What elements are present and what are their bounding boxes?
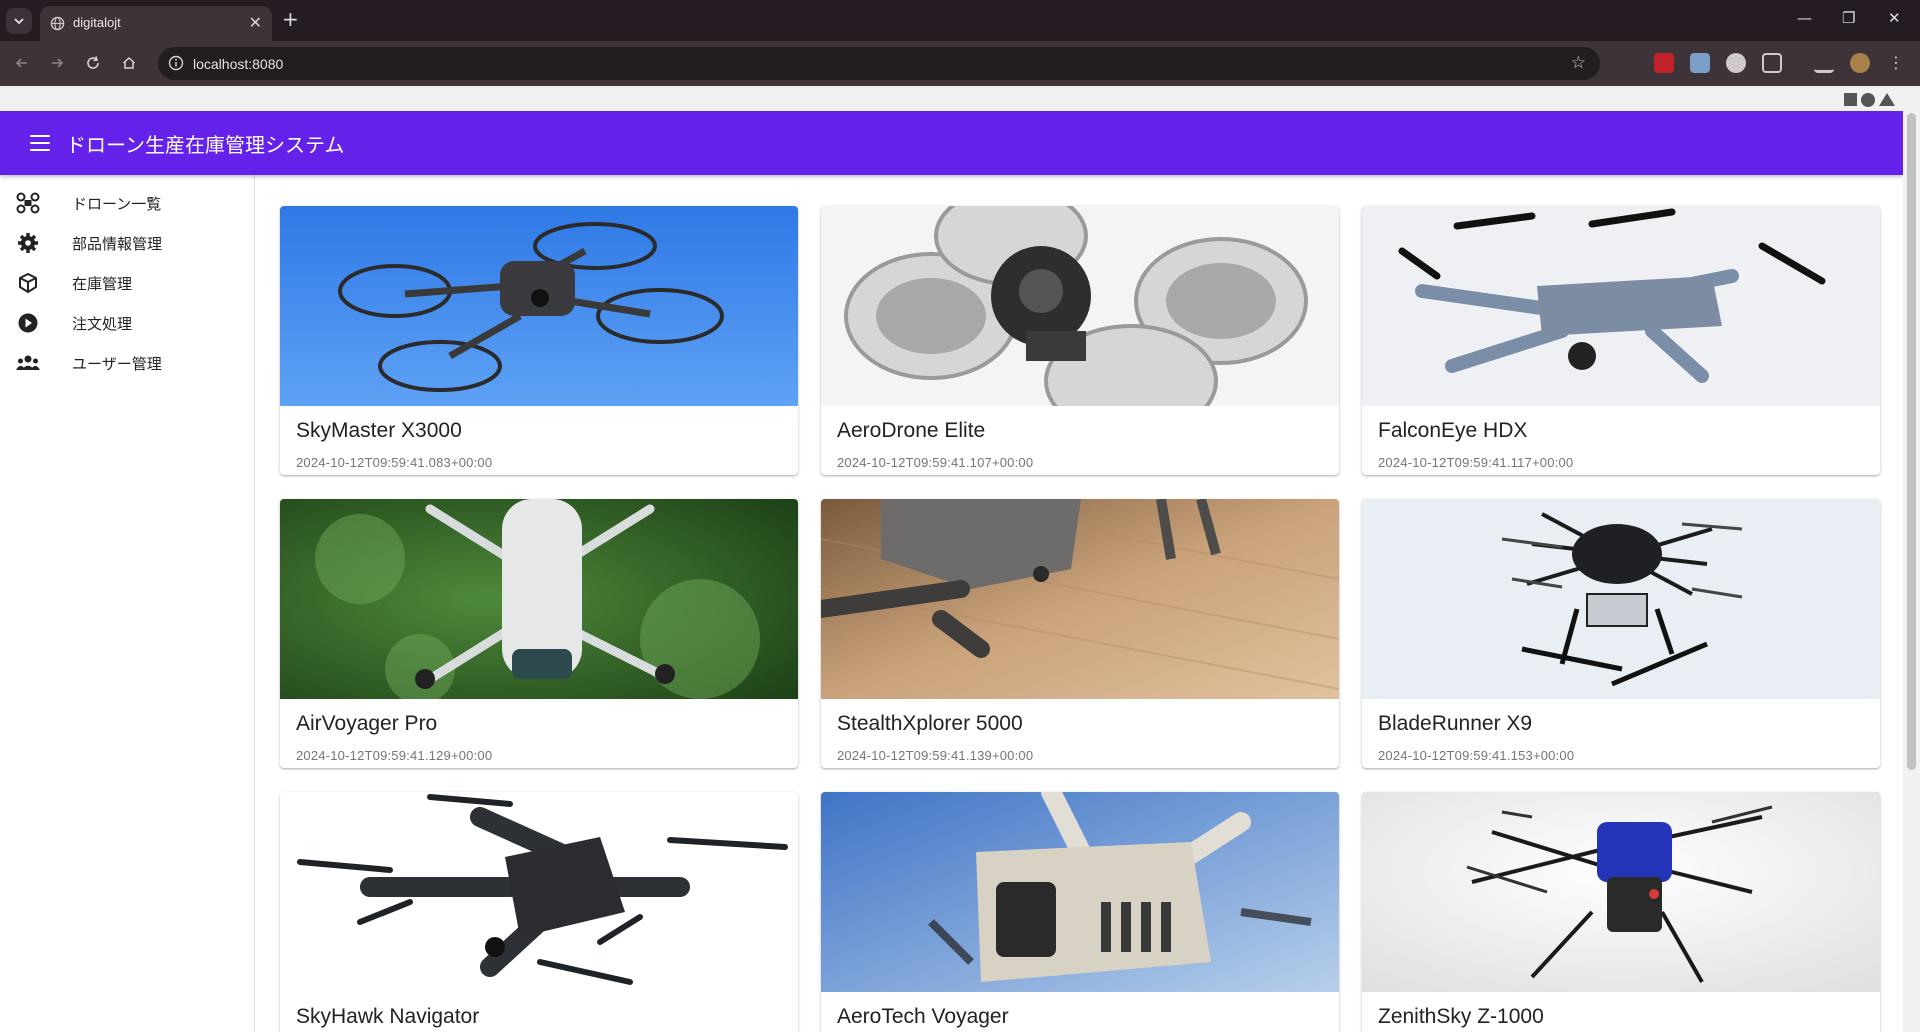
app-bar: ドローン生産在庫管理システム <box>0 111 1903 175</box>
sidebar-item-label: ドローン一覧 <box>72 195 162 213</box>
drone-card[interactable]: ZenithSky Z-1000 <box>1362 792 1880 1032</box>
back-icon[interactable] <box>9 50 35 76</box>
forward-icon[interactable] <box>44 50 70 76</box>
drone-date: 2024-10-12T09:59:41.107+00:00 <box>837 455 1034 470</box>
address-bar[interactable]: localhost:8080 ☆ <box>158 47 1600 80</box>
sidebar-item-users[interactable]: ユーザー管理 <box>0 343 254 383</box>
tab-search-button[interactable] <box>6 8 32 34</box>
page-top-strip <box>0 86 1920 111</box>
sidebar: ドローン一覧 部品情報管理 在庫管理 注文処理 ユーザー管理 <box>0 175 255 1032</box>
drone-image <box>1362 206 1880 406</box>
browser-tabstrip: digitalojt ✕ + — ❐ ✕ <box>0 0 1920 41</box>
extension-icon[interactable] <box>1726 53 1746 73</box>
new-tab-icon[interactable]: + <box>282 7 299 31</box>
tab-title: digitalojt <box>73 15 121 30</box>
drone-name: StealthXplorer 5000 <box>837 712 1023 735</box>
drone-name: AirVoyager Pro <box>296 712 438 735</box>
sidebar-item-orders[interactable]: 注文処理 <box>0 303 254 343</box>
drone-name: SkyMaster X3000 <box>296 419 462 442</box>
drone-card[interactable]: SkyMaster X3000 2024-10-12T09:59:41.083+… <box>280 206 798 475</box>
close-tab-icon[interactable]: ✕ <box>249 13 262 32</box>
drone-image <box>1362 792 1880 992</box>
box-icon <box>19 273 37 293</box>
drone-card[interactable]: FalconEye HDX 2024-10-12T09:59:41.117+00… <box>1362 206 1880 475</box>
drone-name: FalconEye HDX <box>1378 419 1528 442</box>
drone-name: ZenithSky Z-1000 <box>1378 1005 1544 1028</box>
sidebar-item-label: ユーザー管理 <box>72 355 162 373</box>
app-title: ドローン生産在庫管理システム <box>66 133 345 157</box>
drone-card[interactable]: AeroTech Voyager <box>821 792 1339 1032</box>
page-scrollbar[interactable] <box>1903 111 1920 1032</box>
drone-image <box>280 206 798 406</box>
reload-icon[interactable] <box>80 50 106 76</box>
url-text: localhost:8080 <box>193 56 284 72</box>
drone-image <box>821 792 1339 992</box>
close-window-icon[interactable]: ✕ <box>1888 9 1901 27</box>
sidebar-item-inventory[interactable]: 在庫管理 <box>0 263 254 303</box>
drone-name: SkyHawk Navigator <box>296 1005 480 1028</box>
drone-date: 2024-10-12T09:59:41.117+00:00 <box>1378 455 1574 470</box>
drone-card[interactable]: AirVoyager Pro 2024-10-12T09:59:41.129+0… <box>280 499 798 768</box>
drone-name: BladeRunner X9 <box>1378 712 1533 735</box>
drone-icon <box>16 192 40 214</box>
triangle-icon <box>1879 93 1895 106</box>
download-icon[interactable] <box>1814 53 1834 73</box>
sidebar-item-parts[interactable]: 部品情報管理 <box>0 223 254 263</box>
puzzle-extensions-icon[interactable] <box>1762 53 1782 73</box>
ublock-extension-icon[interactable] <box>1654 53 1674 73</box>
drone-image <box>280 792 798 992</box>
bookmark-star-icon[interactable]: ☆ <box>1571 53 1586 73</box>
chevron-down-icon <box>14 18 24 25</box>
browser-tab[interactable]: digitalojt ✕ <box>40 6 272 41</box>
circle-icon <box>1861 93 1875 107</box>
drone-card[interactable]: SkyHawk Navigator <box>280 792 798 1032</box>
drone-date: 2024-10-12T09:59:41.129+00:00 <box>296 748 493 763</box>
gear-icon <box>18 233 38 253</box>
browser-toolbar: localhost:8080 ☆ ⋮ <box>0 41 1920 86</box>
play-circle-icon <box>18 313 38 333</box>
drone-name: AeroDrone Elite <box>837 419 986 442</box>
drone-image <box>280 499 798 699</box>
drone-name: AeroTech Voyager <box>837 1005 1009 1028</box>
sidebar-item-drone-list[interactable]: ドローン一覧 <box>0 183 254 223</box>
users-icon <box>16 355 40 370</box>
minimize-icon[interactable]: — <box>1797 9 1812 27</box>
drone-image <box>821 206 1339 406</box>
drone-grid: SkyMaster X3000 2024-10-12T09:59:41.083+… <box>255 175 1903 1032</box>
extension-icon[interactable] <box>1690 53 1710 73</box>
sidebar-item-label: 在庫管理 <box>72 275 133 293</box>
drone-date: 2024-10-12T09:59:41.153+00:00 <box>1378 748 1575 763</box>
info-icon[interactable] <box>167 54 185 72</box>
drone-image <box>821 499 1339 699</box>
profile-avatar[interactable] <box>1850 53 1870 73</box>
menu-icon[interactable] <box>30 135 50 151</box>
sidebar-item-label: 部品情報管理 <box>72 235 163 253</box>
restore-icon[interactable]: ❐ <box>1842 9 1855 27</box>
globe-icon <box>50 16 65 31</box>
square-icon <box>1844 93 1857 106</box>
drone-card[interactable]: AeroDrone Elite 2024-10-12T09:59:41.107+… <box>821 206 1339 475</box>
home-icon[interactable] <box>116 50 142 76</box>
drone-card[interactable]: StealthXplorer 5000 2024-10-12T09:59:41.… <box>821 499 1339 768</box>
drone-date: 2024-10-12T09:59:41.083+00:00 <box>296 455 493 470</box>
drone-date: 2024-10-12T09:59:41.139+00:00 <box>837 748 1034 763</box>
app-root: ドローン生産在庫管理システム ドローン一覧 部品情報管理 在庫管理 注文処理 ユ… <box>0 111 1903 1032</box>
drone-card[interactable]: BladeRunner X9 2024-10-12T09:59:41.153+0… <box>1362 499 1880 768</box>
menu-kebab-icon[interactable]: ⋮ <box>1888 53 1904 73</box>
scrollbar-thumb[interactable] <box>1907 113 1916 770</box>
drone-image <box>1362 499 1880 699</box>
sidebar-item-label: 注文処理 <box>72 315 133 333</box>
